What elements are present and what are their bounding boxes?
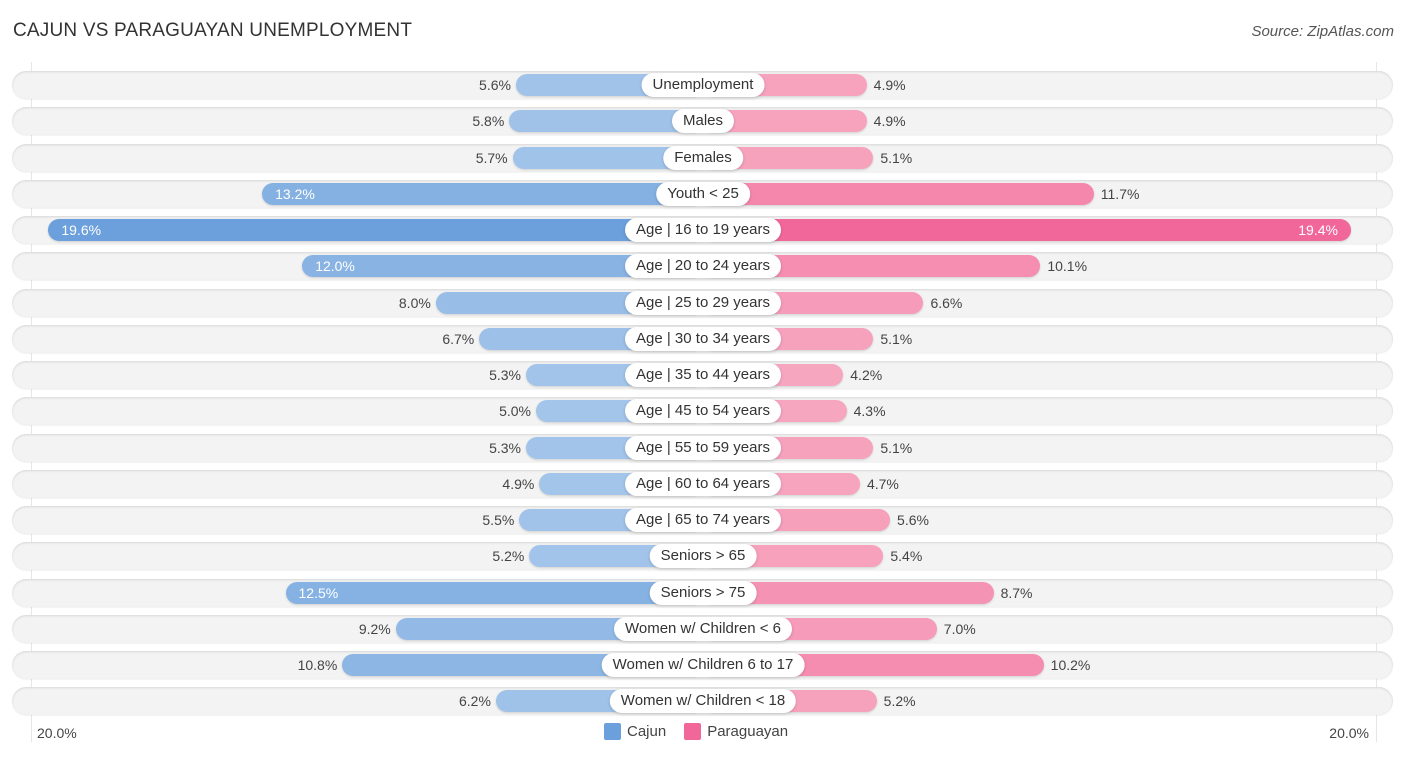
category-label: Women w/ Children < 18 (609, 689, 797, 713)
category-label: Women w/ Children 6 to 17 (601, 653, 805, 677)
value-label-paraguayan: 5.4% (890, 548, 923, 564)
value-label-paraguayan: 4.7% (866, 476, 899, 492)
value-label-cajun: 13.2% (275, 186, 315, 202)
category-label: Males (671, 109, 735, 133)
legend-item-cajun[interactable]: Cajun (604, 723, 666, 740)
legend-label-cajun: Cajun (627, 723, 667, 740)
value-label-paraguayan: 4.2% (850, 367, 883, 383)
value-label-cajun: 19.6% (61, 222, 102, 238)
value-label-paraguayan: 10.1% (1047, 258, 1088, 274)
category-label: Seniors > 75 (649, 581, 757, 605)
bar-cajun[interactable] (48, 219, 703, 241)
value-label-paraguayan: 5.1% (880, 440, 913, 456)
category-label: Seniors > 65 (649, 544, 757, 568)
category-label: Age | 30 to 34 years (625, 327, 781, 351)
value-label-cajun: 5.3% (489, 440, 521, 456)
value-label-paraguayan: 5.2% (883, 693, 916, 709)
axis-label-left: 20.0% (37, 725, 77, 741)
value-label-cajun: 8.0% (398, 295, 431, 311)
value-label-cajun: 5.7% (475, 150, 508, 166)
value-label-paraguayan: 8.7% (1000, 585, 1033, 601)
value-label-cajun: 10.8% (297, 657, 338, 673)
category-label: Females (663, 146, 743, 170)
category-label: Unemployment (641, 73, 765, 97)
legend-swatch-cajun (604, 723, 621, 740)
category-label: Youth < 25 (656, 182, 750, 206)
category-label: Age | 20 to 24 years (625, 254, 781, 278)
bar-paraguayan[interactable] (703, 183, 1094, 205)
chart-rows: 5.6% 4.9% Unemployment 5.8% 4.9% Males 5.7% 5.1… (0, 0, 1406, 757)
value-label-cajun: 5.3% (489, 367, 521, 383)
value-label-paraguayan: 5.1% (880, 150, 913, 166)
value-label-cajun: 12.0% (315, 258, 355, 274)
value-label-cajun: 5.0% (499, 403, 531, 419)
bar-cajun[interactable] (285, 582, 703, 604)
value-label-paraguayan: 19.4% (1298, 222, 1338, 238)
value-label-paraguayan: 5.1% (880, 331, 913, 347)
value-label-paraguayan: 4.3% (853, 403, 886, 419)
value-label-paraguayan: 4.9% (873, 113, 906, 129)
value-label-paraguayan: 4.9% (873, 77, 906, 93)
value-label-cajun: 6.7% (442, 331, 475, 347)
value-label-cajun: 5.2% (492, 548, 525, 564)
value-label-cajun: 4.9% (502, 476, 535, 492)
category-label: Age | 45 to 54 years (625, 399, 781, 423)
legend-item-paraguayan[interactable]: Paraguayan (684, 723, 788, 740)
category-label: Age | 55 to 59 years (625, 436, 781, 460)
value-label-cajun: 9.2% (358, 621, 391, 637)
legend: Cajun Paraguayan (604, 723, 800, 740)
value-label-paraguayan: 5.6% (897, 512, 929, 528)
category-label: Age | 65 to 74 years (625, 508, 781, 532)
category-label: Women w/ Children < 6 (613, 617, 793, 641)
category-label: Age | 60 to 64 years (625, 472, 781, 496)
category-label: Age | 35 to 44 years (625, 363, 781, 387)
category-label: Age | 16 to 19 years (625, 218, 781, 242)
value-label-cajun: 12.5% (298, 585, 339, 601)
value-label-cajun: 5.6% (479, 77, 511, 93)
axis-label-right: 20.0% (1329, 725, 1369, 741)
category-label: Age | 25 to 29 years (625, 291, 781, 315)
value-label-cajun: 6.2% (459, 693, 491, 709)
value-label-cajun: 5.8% (472, 113, 505, 129)
legend-swatch-paraguayan (684, 723, 702, 740)
value-label-paraguayan: 6.6% (930, 295, 963, 311)
legend-label-paraguayan: Paraguayan (707, 723, 789, 740)
value-label-cajun: 5.5% (482, 512, 515, 528)
bar-cajun[interactable] (262, 183, 703, 205)
bar-paraguayan[interactable] (703, 219, 1351, 241)
value-label-paraguayan: 7.0% (943, 621, 976, 637)
value-label-paraguayan: 10.2% (1050, 657, 1091, 673)
value-label-paraguayan: 11.7% (1100, 186, 1140, 202)
